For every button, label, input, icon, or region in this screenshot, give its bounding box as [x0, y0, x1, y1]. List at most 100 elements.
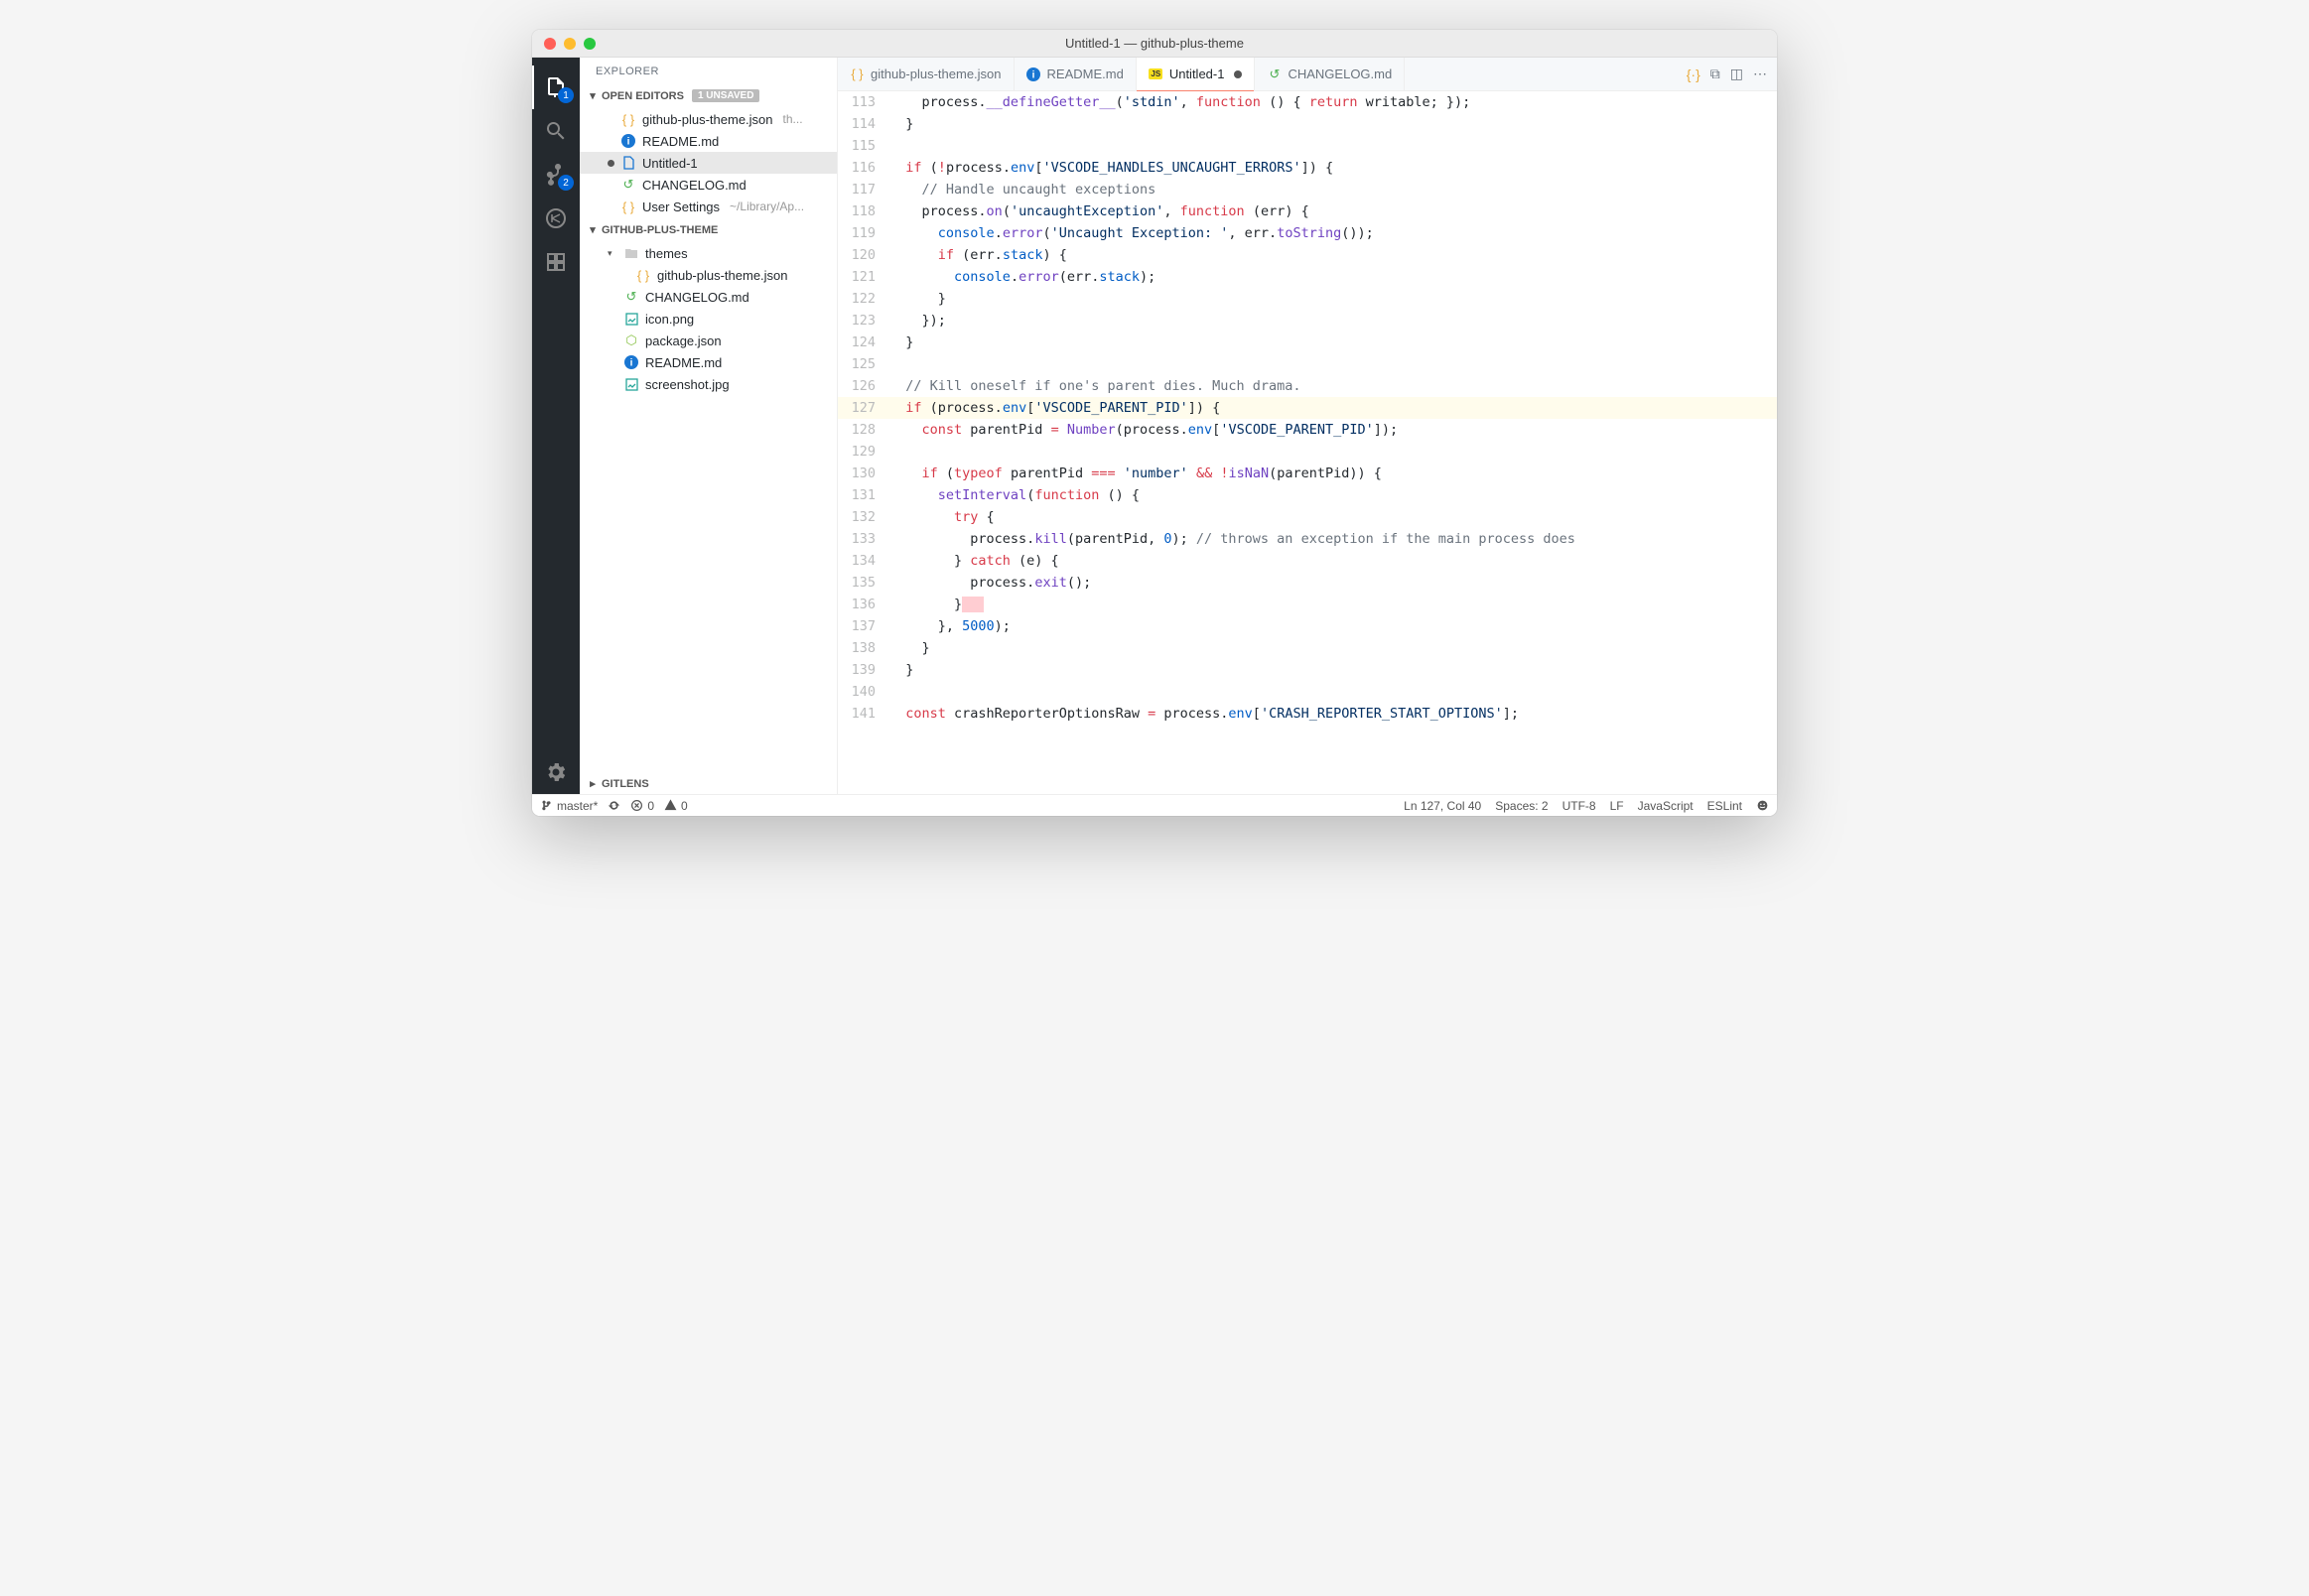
folder-item[interactable]: ▾themes [580, 242, 837, 264]
line-number: 117 [838, 179, 889, 200]
status-eslint[interactable]: ESLint [1707, 799, 1742, 813]
sidebar: EXPLORER ▾ OPEN EDITORS 1 UNSAVED { }git… [580, 58, 838, 794]
code-line[interactable]: 133 process.kill(parentPid, 0); // throw… [838, 528, 1777, 550]
editor-tab[interactable]: { }github-plus-theme.json [838, 58, 1015, 90]
status-errors[interactable]: 0 [630, 799, 654, 813]
status-language[interactable]: JavaScript [1638, 799, 1694, 813]
activity-debug[interactable] [532, 197, 580, 240]
editor-tab[interactable]: JSUntitled-1 [1137, 58, 1256, 90]
gitlens-header[interactable]: ▸ GITLENS [580, 773, 837, 794]
activity-bar: 1 2 [532, 58, 580, 794]
file-item[interactable]: iREADME.md [580, 351, 837, 373]
code-line[interactable]: 115 [838, 135, 1777, 157]
split-editor-icon[interactable]: ◫ [1730, 66, 1743, 82]
code-line[interactable]: 124 } [838, 332, 1777, 353]
code-line[interactable]: 125 [838, 353, 1777, 375]
code-line[interactable]: 116 if (!process.env['VSCODE_HANDLES_UNC… [838, 157, 1777, 179]
open-editors-header[interactable]: ▾ OPEN EDITORS 1 UNSAVED [580, 85, 837, 106]
code-line[interactable]: 138 } [838, 637, 1777, 659]
file-hint: th... [783, 112, 803, 126]
info-icon: i [1026, 66, 1041, 81]
line-number: 122 [838, 288, 889, 310]
code-line[interactable]: 132 try { [838, 506, 1777, 528]
code-line[interactable]: 128 const parentPid = Number(process.env… [838, 419, 1777, 441]
info-icon: i [620, 133, 636, 149]
folder-icon [623, 245, 639, 261]
chevron-down-icon: ▾ [608, 248, 617, 259]
more-icon[interactable]: ⋯ [1753, 66, 1767, 82]
code-line[interactable]: 114 } [838, 113, 1777, 135]
open-editor-item[interactable]: ↺CHANGELOG.md [580, 174, 837, 196]
explorer-badge: 1 [558, 87, 574, 103]
open-editor-item[interactable]: iREADME.md [580, 130, 837, 152]
history-icon: ↺ [623, 289, 639, 305]
braces-icon[interactable]: {·} [1687, 66, 1700, 82]
close-window-button[interactable] [544, 38, 556, 50]
status-position[interactable]: Ln 127, Col 40 [1404, 799, 1481, 813]
file-item[interactable]: screenshot.jpg [580, 373, 837, 395]
code-line[interactable]: 134 } catch (e) { [838, 550, 1777, 572]
activity-settings[interactable] [532, 750, 580, 794]
status-feedback[interactable] [1756, 799, 1769, 812]
file-item[interactable]: icon.png [580, 308, 837, 330]
activity-extensions[interactable] [532, 240, 580, 284]
code-line[interactable]: 126 // Kill oneself if one's parent dies… [838, 375, 1777, 397]
code-line[interactable]: 118 process.on('uncaughtException', func… [838, 200, 1777, 222]
open-editor-item[interactable]: { }github-plus-theme.jsonth... [580, 108, 837, 130]
code-line[interactable]: 137 }, 5000); [838, 615, 1777, 637]
status-encoding[interactable]: UTF-8 [1562, 799, 1596, 813]
line-number: 128 [838, 419, 889, 441]
code-line[interactable]: 140 [838, 681, 1777, 703]
status-sync[interactable] [608, 799, 620, 812]
extensions-icon [544, 250, 568, 274]
svg-text:i: i [630, 358, 633, 369]
editor-tab[interactable]: iREADME.md [1015, 58, 1137, 90]
open-editor-item[interactable]: { }User Settings~/Library/Ap... [580, 196, 837, 217]
line-number: 139 [838, 659, 889, 681]
code-line[interactable]: 121 console.error(err.stack); [838, 266, 1777, 288]
maximize-window-button[interactable] [584, 38, 596, 50]
code-line[interactable]: 117 // Handle uncaught exceptions [838, 179, 1777, 200]
status-bar: master* 0 0 Ln 127, Col 40 Spaces: 2 UTF… [532, 794, 1777, 816]
code-line[interactable]: 113 process.__defineGetter__('stdin', fu… [838, 91, 1777, 113]
code-line[interactable]: 135 process.exit(); [838, 572, 1777, 594]
line-number: 141 [838, 703, 889, 725]
minimize-window-button[interactable] [564, 38, 576, 50]
line-number: 129 [838, 441, 889, 463]
file-item[interactable]: { }github-plus-theme.json [580, 264, 837, 286]
code-line[interactable]: 127 if (process.env['VSCODE_PARENT_PID']… [838, 397, 1777, 419]
activity-explorer[interactable]: 1 [532, 66, 580, 109]
svg-text:i: i [627, 137, 630, 148]
activity-search[interactable] [532, 109, 580, 153]
code-line[interactable]: 122 } [838, 288, 1777, 310]
code-line[interactable]: 120 if (err.stack) { [838, 244, 1777, 266]
info-icon: i [623, 354, 639, 370]
code-editor[interactable]: 113 process.__defineGetter__('stdin', fu… [838, 91, 1777, 794]
code-line[interactable]: 129 [838, 441, 1777, 463]
code-line[interactable]: 131 setInterval(function () { [838, 484, 1777, 506]
modified-dot [608, 160, 614, 167]
code-line[interactable]: 119 console.error('Uncaught Exception: '… [838, 222, 1777, 244]
workspace-header[interactable]: ▾ GITHUB-PLUS-THEME [580, 219, 837, 240]
workspace-label: GITHUB-PLUS-THEME [602, 224, 718, 236]
status-spaces[interactable]: Spaces: 2 [1495, 799, 1548, 813]
json-icon: { } [620, 199, 636, 214]
file-item[interactable]: ⬡package.json [580, 330, 837, 351]
code-line[interactable]: 130 if (typeof parentPid === 'number' &&… [838, 463, 1777, 484]
status-eol[interactable]: LF [1610, 799, 1624, 813]
line-number: 130 [838, 463, 889, 484]
code-line[interactable]: 123 }); [838, 310, 1777, 332]
code-line[interactable]: 139 } [838, 659, 1777, 681]
file-label: CHANGELOG.md [645, 290, 749, 305]
status-branch[interactable]: master* [540, 799, 598, 813]
warning-count: 0 [681, 799, 688, 813]
activity-scm[interactable]: 2 [532, 153, 580, 197]
compare-icon[interactable]: ⧉ [1710, 66, 1720, 82]
code-line[interactable]: 136 } [838, 594, 1777, 615]
file-item[interactable]: ↺ CHANGELOG.md [580, 286, 837, 308]
open-editors-list: { }github-plus-theme.jsonth...iREADME.md… [580, 106, 837, 219]
status-warnings[interactable]: 0 [664, 799, 688, 813]
code-line[interactable]: 141 const crashReporterOptionsRaw = proc… [838, 703, 1777, 725]
editor-tab[interactable]: ↺CHANGELOG.md [1255, 58, 1405, 90]
open-editor-item[interactable]: Untitled-1 [580, 152, 837, 174]
